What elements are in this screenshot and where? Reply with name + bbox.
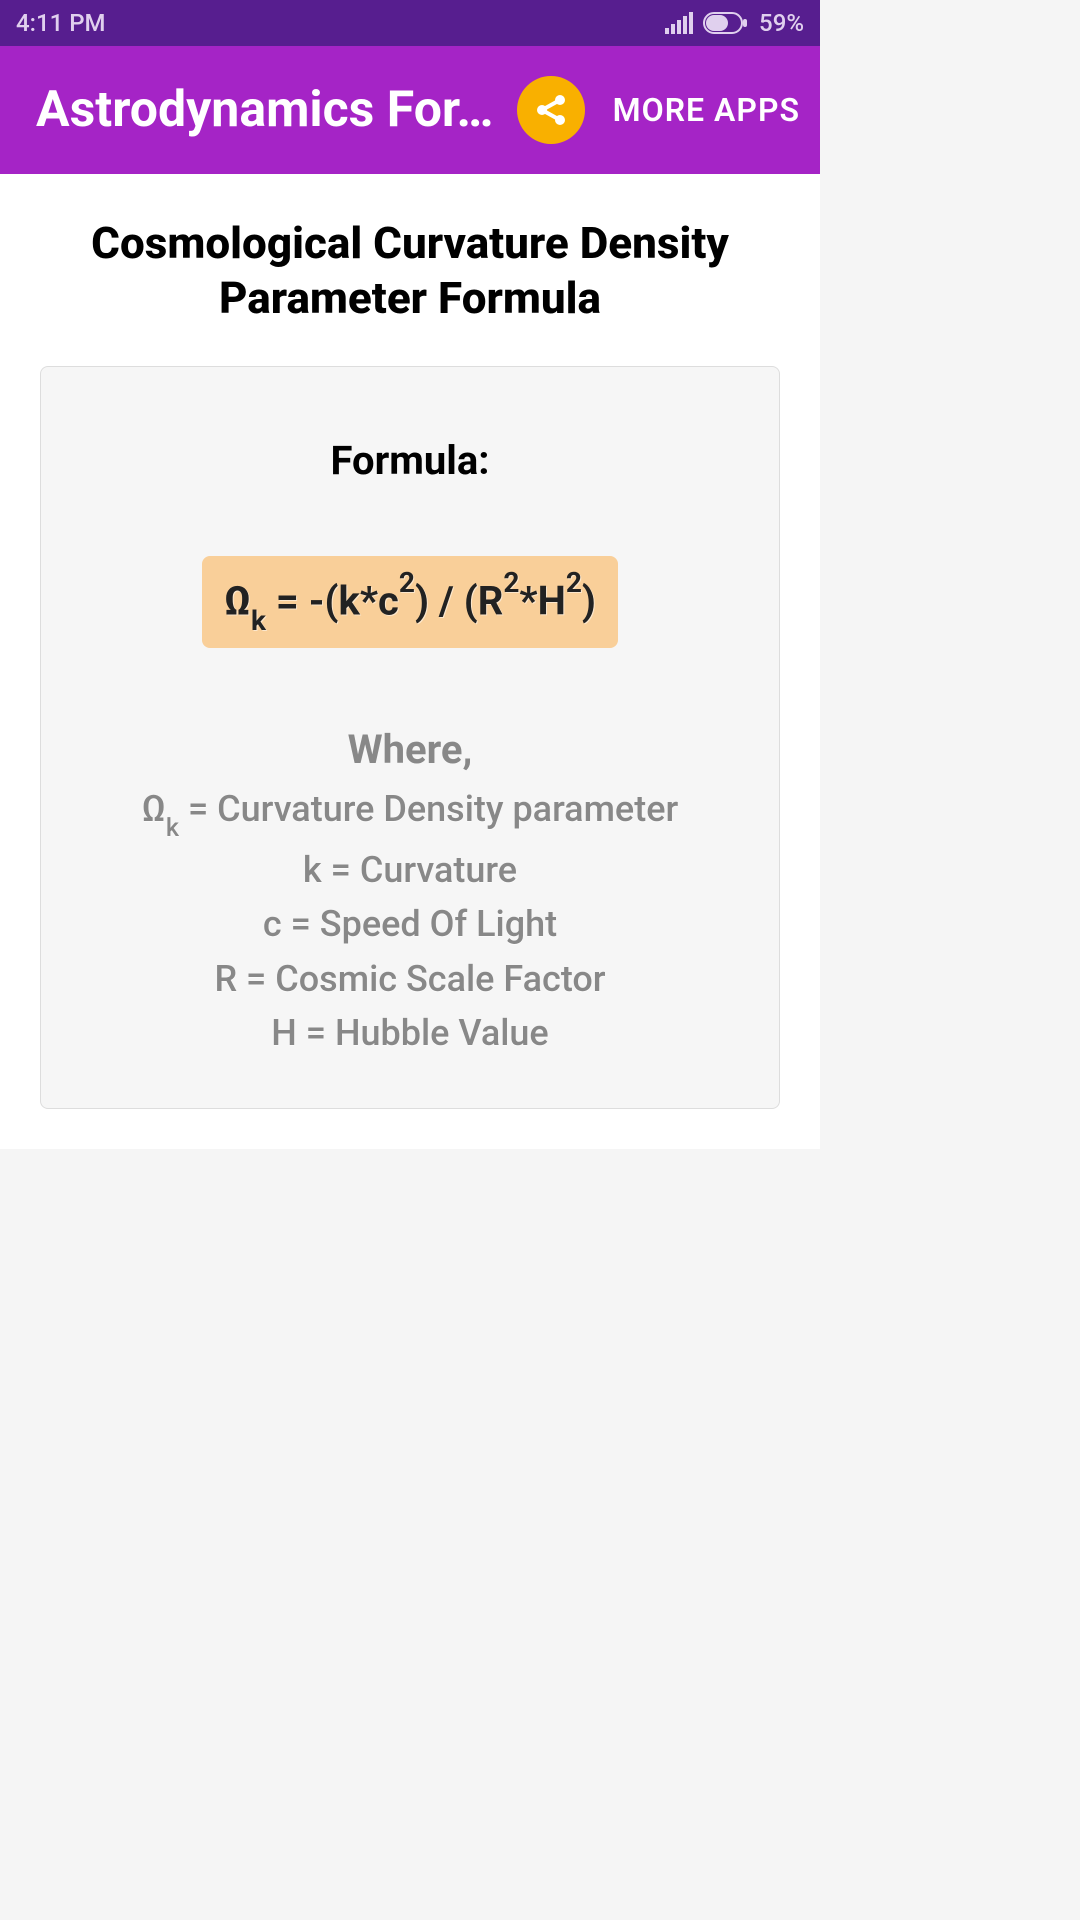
app-title: Astrodynamics For… <box>36 81 517 139</box>
battery-icon <box>703 12 749 34</box>
signal-icon <box>665 12 693 34</box>
status-time: 4:11 PM <box>16 9 106 37</box>
where-heading: Where, <box>69 726 751 773</box>
def-omega-sym: Ω <box>142 788 166 830</box>
formula-part4: ) <box>582 577 596 624</box>
share-icon <box>533 92 569 128</box>
more-apps-button[interactable]: MORE APPS <box>613 91 800 129</box>
status-right: 59% <box>665 9 804 37</box>
status-battery-pct: 59% <box>759 9 804 37</box>
where-block: Where, Ωk = Curvature Density parameter … <box>69 726 751 1058</box>
def-c: c = Speed Of Light <box>69 900 751 949</box>
formula-expression: Ωk = -(k*c2) / (R2*H2) <box>202 556 618 648</box>
app-frame: 4:11 PM 59% Astrodyna <box>0 0 820 1456</box>
formula-part3: *H <box>519 577 565 624</box>
formula-omega-sub: k <box>251 604 266 637</box>
page-header: Cosmological Curvature Density Parameter… <box>0 174 820 366</box>
def-omega-sub: k <box>166 814 179 843</box>
formula-sup2: 2 <box>503 566 519 599</box>
def-R: R = Cosmic Scale Factor <box>69 955 751 1004</box>
formula-card: Formula: Ωk = -(k*c2) / (R2*H2) Where, Ω… <box>40 366 780 1109</box>
def-H: H = Hubble Value <box>69 1009 751 1058</box>
def-omega-k: Ωk = Curvature Density parameter <box>69 785 751 839</box>
formula-part1: = -(k*c <box>266 577 399 624</box>
app-bar: Astrodynamics For… MORE APPS <box>0 46 820 174</box>
formula-omega: Ω <box>224 577 251 624</box>
def-omega-rest: = Curvature Density parameter <box>179 788 678 830</box>
formula-label: Formula: <box>69 437 751 484</box>
formula-sup1: 2 <box>399 566 415 599</box>
formula-sup3: 2 <box>566 566 582 599</box>
formula-part2: ) / (R <box>415 577 503 624</box>
share-button[interactable] <box>517 76 585 144</box>
content-area: Cosmological Curvature Density Parameter… <box>0 174 820 1149</box>
def-k: k = Curvature <box>69 846 751 895</box>
status-bar: 4:11 PM 59% <box>0 0 820 46</box>
page-title: Cosmological Curvature Density Parameter… <box>40 216 780 326</box>
